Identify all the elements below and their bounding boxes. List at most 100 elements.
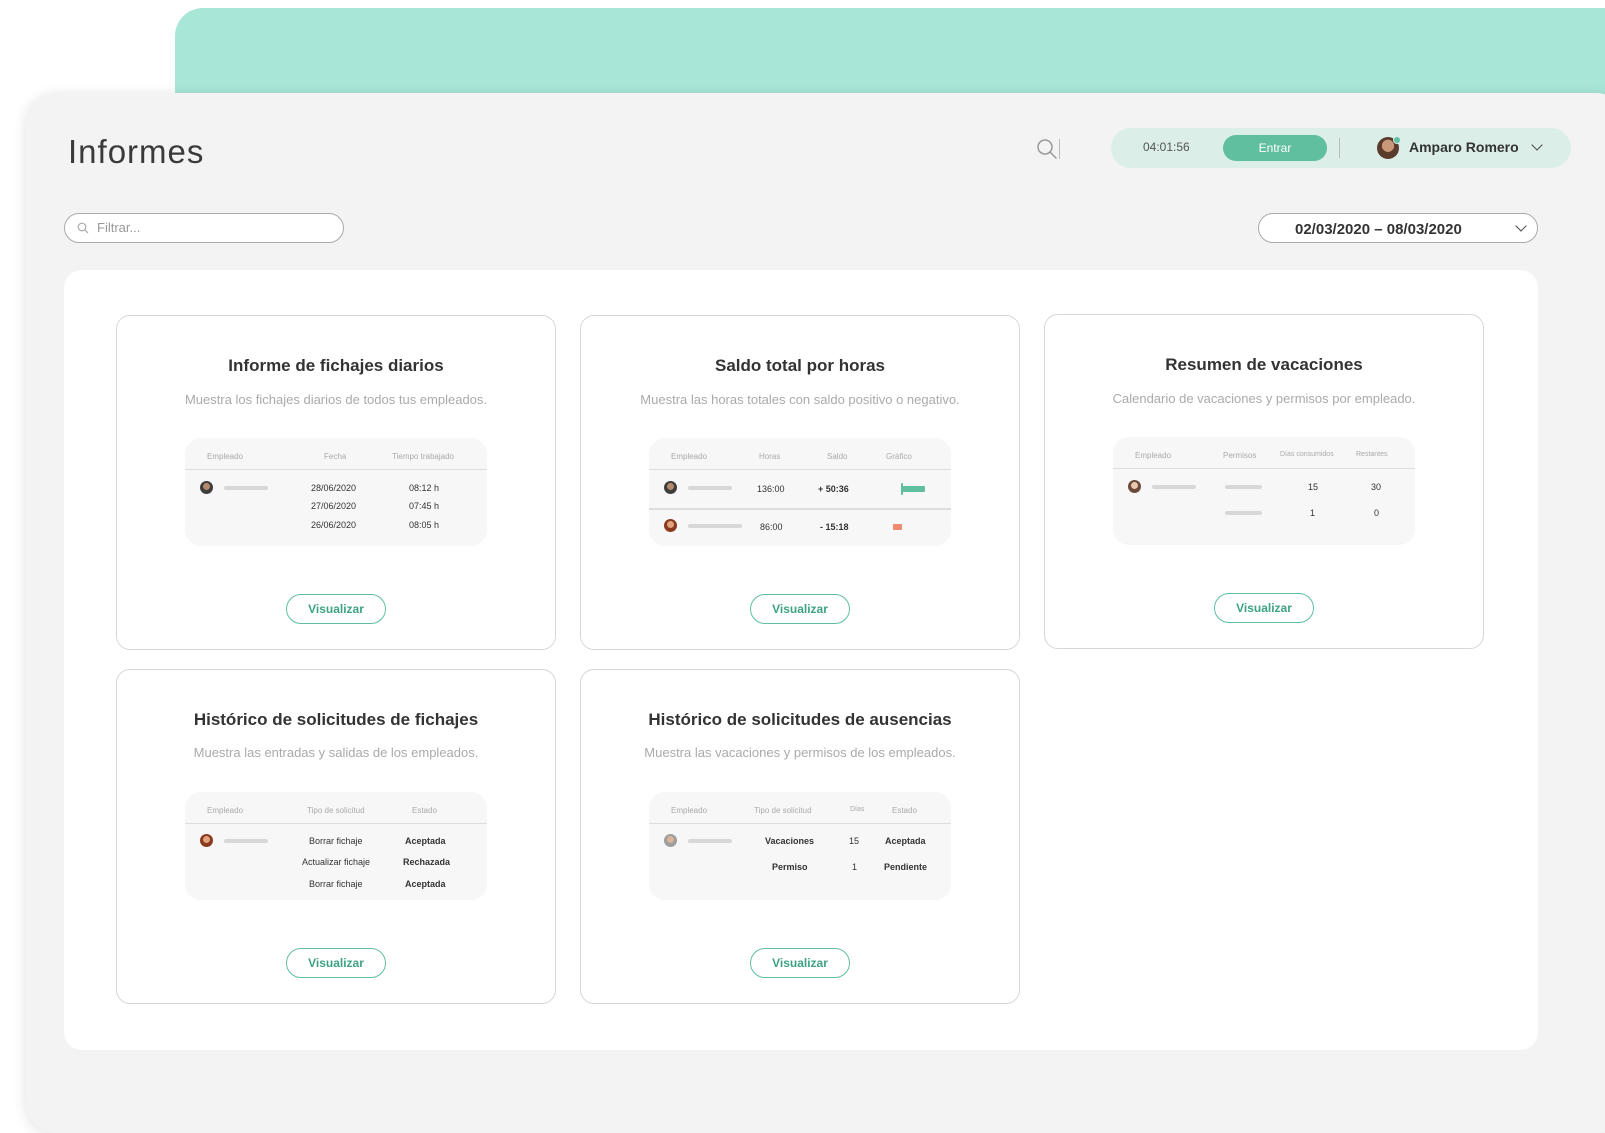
column-header: Empleado bbox=[671, 806, 708, 815]
employee-avatar bbox=[1128, 480, 1141, 493]
employee-avatar bbox=[664, 519, 677, 532]
table-cell: 1 bbox=[1310, 508, 1316, 518]
row-divider bbox=[649, 508, 951, 510]
column-header: Empleado bbox=[1135, 451, 1172, 460]
name-placeholder bbox=[688, 524, 742, 528]
column-header: Estado bbox=[892, 806, 917, 815]
bar-axis bbox=[901, 483, 903, 495]
name-placeholder bbox=[688, 486, 732, 490]
table-cell: Vacaciones bbox=[765, 836, 815, 846]
app-window: Informes 04:01:56 Entrar Amparo Romero 0… bbox=[26, 93, 1605, 1133]
table-cell: 15 bbox=[1308, 482, 1319, 492]
column-header: Estado bbox=[412, 806, 437, 815]
date-range-label: 02/03/2020 – 08/03/2020 bbox=[1295, 221, 1462, 238]
column-header: Empleado bbox=[207, 452, 244, 461]
table-cell: 08:12 h bbox=[409, 483, 440, 493]
permission-placeholder bbox=[1225, 511, 1262, 515]
chevron-down-icon bbox=[1515, 220, 1527, 232]
name-placeholder bbox=[688, 839, 732, 843]
report-card-hours-balance: Saldo total por horas Muestra las horas … bbox=[580, 315, 1020, 650]
balance-negative: - 15:18 bbox=[820, 522, 849, 532]
work-timer: 04:01:56 bbox=[1143, 140, 1190, 154]
online-status-indicator bbox=[1393, 136, 1401, 144]
table-cell: Actualizar fichaje bbox=[302, 857, 371, 867]
search-icon bbox=[77, 222, 89, 234]
column-header: Permisos bbox=[1223, 451, 1257, 460]
column-header: Días bbox=[850, 806, 865, 813]
column-header: Tipo de solicitud bbox=[307, 806, 365, 815]
preview-table: Empleado Tipo de solicitud Estado Borrar… bbox=[185, 792, 487, 900]
report-card-absence-requests: Histórico de solicitudes de ausencias Mu… bbox=[580, 669, 1020, 1004]
divider bbox=[1059, 139, 1060, 159]
employee-avatar bbox=[664, 481, 677, 494]
card-title: Histórico de solicitudes de ausencias bbox=[648, 710, 952, 729]
table-header: Empleado Permisos Días consumidos Restan… bbox=[1113, 437, 1415, 469]
table-cell: 08:05 h bbox=[409, 520, 440, 530]
table-header: Empleado Tipo de solicitud Estado bbox=[185, 792, 487, 824]
column-header: Empleado bbox=[207, 806, 244, 815]
column-header: Tiempo trabajado bbox=[392, 452, 454, 461]
user-name[interactable]: Amparo Romero bbox=[1409, 139, 1519, 155]
preview-table: Empleado Horas Saldo Gráfico 136:00 + 50… bbox=[649, 438, 951, 546]
view-report-button[interactable]: Visualizar bbox=[286, 594, 386, 624]
column-header: Empleado bbox=[671, 452, 708, 461]
table-cell: Borrar fichaje bbox=[309, 836, 363, 846]
table-cell: 26/06/2020 bbox=[311, 520, 357, 530]
card-description: Muestra las vacaciones y permisos de los… bbox=[644, 745, 956, 760]
card-title: Saldo total por horas bbox=[714, 356, 886, 375]
view-report-button[interactable]: Visualizar bbox=[750, 594, 850, 624]
column-header: Horas bbox=[759, 452, 781, 461]
employee-avatar bbox=[200, 481, 213, 494]
table-cell: 1 bbox=[852, 862, 858, 872]
user-avatar[interactable] bbox=[1377, 136, 1401, 159]
balance-positive: + 50:36 bbox=[818, 484, 849, 494]
balance-bar-negative bbox=[893, 524, 902, 530]
clock-in-button[interactable]: Entrar bbox=[1223, 135, 1327, 161]
table-cell: Borrar fichaje bbox=[309, 879, 363, 889]
preview-table: Empleado Fecha Tiempo trabajado 28/06/20… bbox=[185, 438, 487, 546]
report-card-clocking-requests: Histórico de solicitudes de fichajes Mue… bbox=[116, 669, 556, 1004]
view-report-button[interactable]: Visualizar bbox=[286, 948, 386, 978]
report-card-vacation-summary: Resumen de vacaciones Calendario de vaca… bbox=[1044, 314, 1484, 649]
filter-input[interactable] bbox=[97, 220, 327, 235]
status-badge: Aceptada bbox=[405, 836, 446, 846]
view-report-button[interactable]: Visualizar bbox=[1214, 593, 1314, 623]
date-range-selector[interactable]: 02/03/2020 – 08/03/2020 bbox=[1258, 213, 1538, 243]
permission-placeholder bbox=[1225, 485, 1262, 489]
card-description: Muestra los fichajes diarios de todos tu… bbox=[184, 392, 488, 407]
preview-table: Empleado Permisos Días consumidos Restan… bbox=[1113, 437, 1415, 545]
table-cell: 15 bbox=[849, 836, 860, 846]
employee-avatar bbox=[664, 834, 677, 847]
table-cell: 136:00 bbox=[757, 484, 785, 494]
table-cell: 07:45 h bbox=[409, 501, 440, 511]
table-cell: Permiso bbox=[772, 862, 808, 872]
table-cell: 27/06/2020 bbox=[311, 501, 357, 511]
employee-avatar bbox=[200, 834, 213, 847]
balance-bar-positive bbox=[901, 486, 925, 492]
status-badge: Rechazada bbox=[403, 857, 451, 867]
view-report-button[interactable]: Visualizar bbox=[750, 948, 850, 978]
column-header: Saldo bbox=[827, 452, 848, 461]
status-badge: Pendiente bbox=[884, 862, 928, 872]
table-header: Empleado Fecha Tiempo trabajado bbox=[185, 438, 487, 470]
table-cell: 30 bbox=[1371, 482, 1382, 492]
status-badge: Aceptada bbox=[885, 836, 926, 846]
column-header: Gráfico bbox=[886, 452, 912, 461]
card-title: Informe de fichajes diarios bbox=[228, 356, 444, 375]
card-title: Resumen de vacaciones bbox=[1165, 355, 1363, 374]
table-cell: 28/06/2020 bbox=[311, 483, 357, 493]
name-placeholder bbox=[1152, 485, 1196, 489]
table-header: Empleado Horas Saldo Gráfico bbox=[649, 438, 951, 470]
column-header: Días consumidos bbox=[1280, 451, 1334, 458]
column-header: Fecha bbox=[324, 452, 347, 461]
reports-panel: Informe de fichajes diarios Muestra los … bbox=[64, 270, 1538, 1050]
preview-table: Empleado Tipo de solicitud Días Estado V… bbox=[649, 792, 951, 900]
card-title: Histórico de solicitudes de fichajes bbox=[193, 710, 479, 729]
card-description: Muestra las entradas y salidas de los em… bbox=[193, 745, 479, 760]
page-title: Informes bbox=[68, 133, 205, 170]
search-icon[interactable] bbox=[1036, 138, 1058, 160]
filter-field[interactable] bbox=[64, 213, 344, 243]
divider bbox=[1339, 138, 1340, 158]
chevron-down-icon[interactable] bbox=[1531, 139, 1543, 151]
card-description: Calendario de vacaciones y permisos por … bbox=[1112, 391, 1416, 406]
